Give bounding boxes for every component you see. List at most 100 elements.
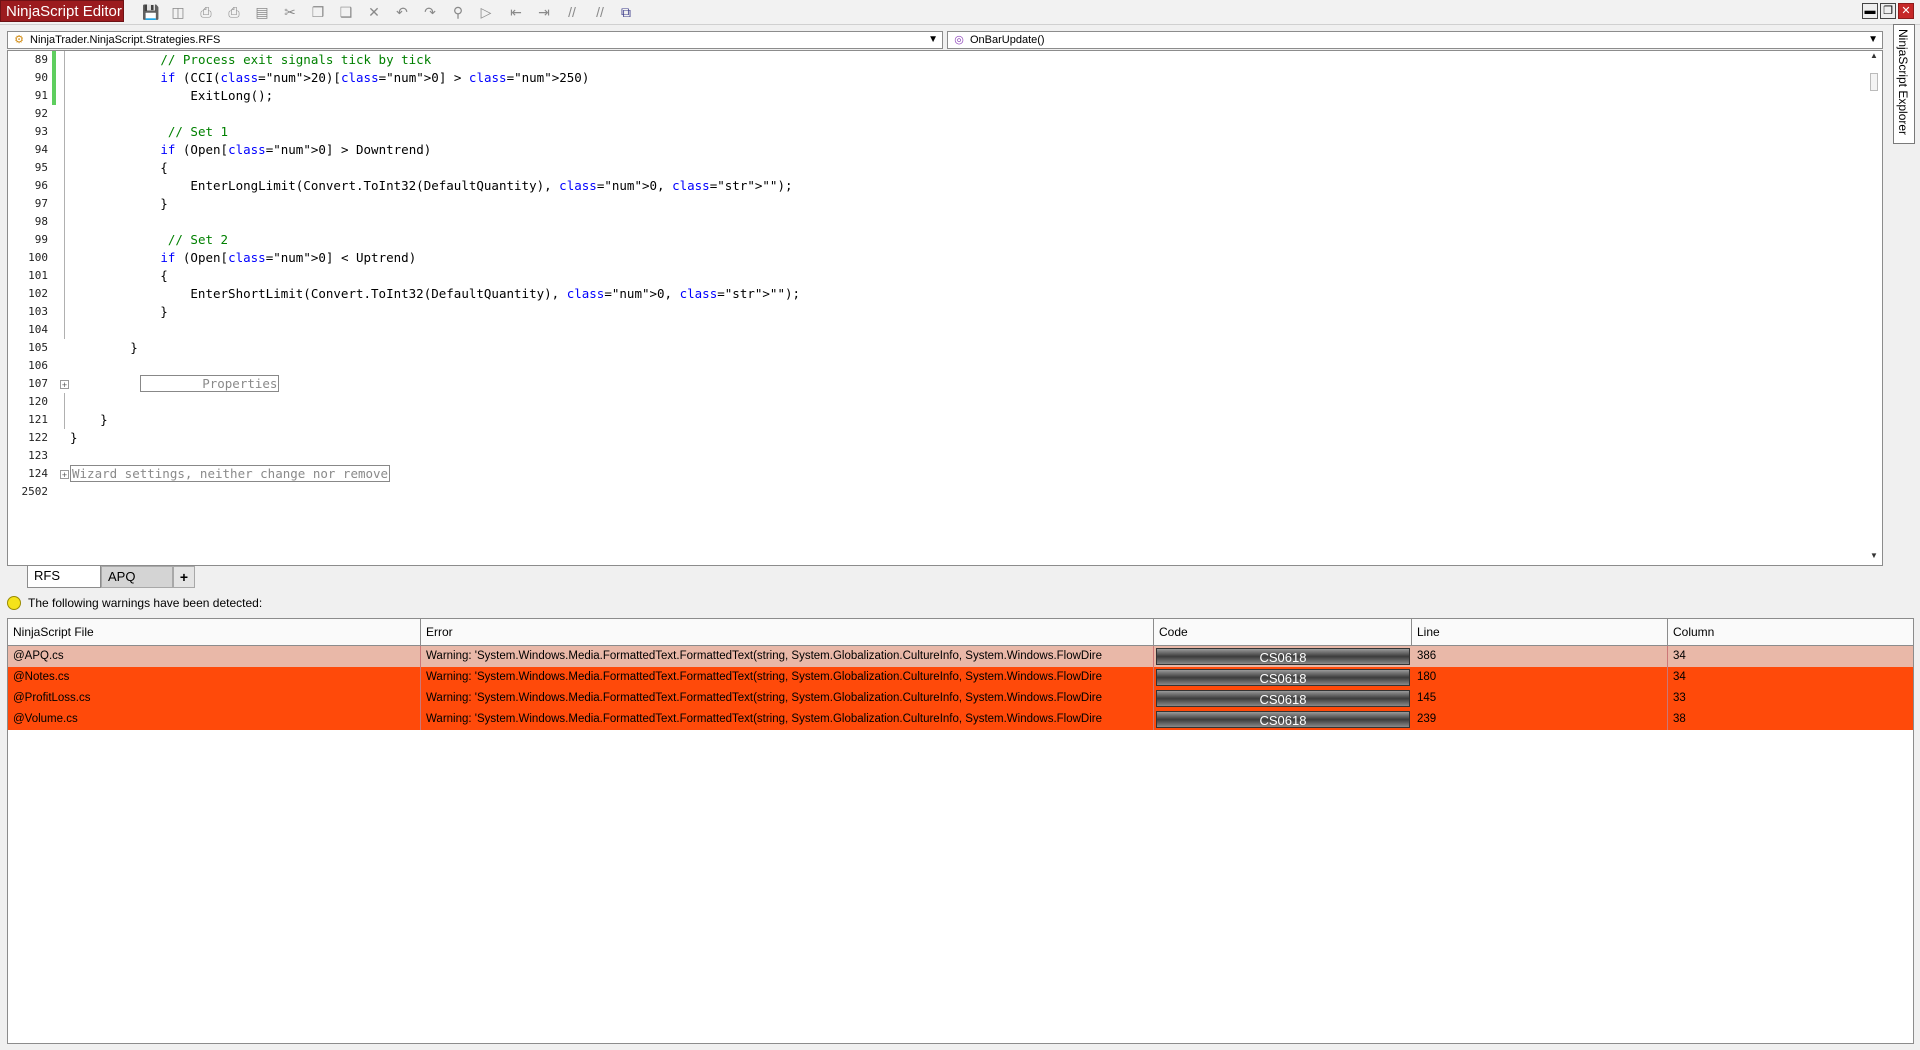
line-number: 89 <box>34 53 48 66</box>
code-line: } <box>70 430 78 445</box>
line-number: 105 <box>28 341 48 354</box>
code-line: { <box>70 160 168 175</box>
warnings-grid: NinjaScript File Error Code Line Column … <box>7 618 1914 1044</box>
outdent-icon[interactable]: ⇤ <box>507 3 525 21</box>
fold-guide <box>64 51 65 339</box>
line-number: 90 <box>34 71 48 84</box>
column-cell: 34 <box>1673 671 1686 683</box>
redo-icon[interactable]: ↷ <box>421 3 439 21</box>
file-cell: @Notes.cs <box>8 667 421 688</box>
code-badge: CS0618 <box>1156 690 1410 707</box>
column-header-file[interactable]: NinjaScript File <box>8 619 421 646</box>
line-number: 121 <box>28 413 48 426</box>
line-cell: 145 <box>1412 688 1668 709</box>
paste-icon[interactable]: ❑ <box>337 3 355 21</box>
page-setup-icon[interactable]: ▤ <box>253 3 271 21</box>
add-tab-button[interactable]: + <box>173 566 195 588</box>
method-selector-value: OnBarUpdate() <box>970 34 1045 46</box>
line-number: 120 <box>28 395 48 408</box>
print-preview-icon[interactable]: ⎙ <box>225 3 243 21</box>
scroll-up-icon[interactable]: ▲ <box>1866 51 1882 60</box>
code-badge: CS0618 <box>1156 711 1410 728</box>
code-line: } <box>70 412 108 427</box>
undo-icon[interactable]: ↶ <box>393 3 411 21</box>
ninjascript-explorer-label: NinjaScript Explorer <box>1896 29 1910 136</box>
column-cell: 34 <box>1673 650 1686 662</box>
save-icon[interactable]: 💾 <box>142 3 160 21</box>
line-cell: 239 <box>1412 709 1668 730</box>
save-all-icon[interactable]: ◫ <box>169 3 187 21</box>
compile-icon[interactable]: ▷ <box>477 3 495 21</box>
expand-icon[interactable]: + <box>60 380 69 390</box>
code-line: { <box>70 268 168 283</box>
line-number: 2502 <box>21 485 49 498</box>
wizard-settings-region-label: Wizard settings, neither change nor remo… <box>70 465 391 482</box>
find-icon[interactable]: ⚲ <box>449 3 467 21</box>
editor-scrollbar[interactable]: ▲ ▼ <box>1866 51 1882 565</box>
method-selector[interactable]: ◎ OnBarUpdate() ▼ <box>947 31 1883 49</box>
line-number: 94 <box>34 143 48 156</box>
code-line: ExitLong(); <box>70 88 274 103</box>
properties-region[interactable]: Properties <box>140 375 280 393</box>
code-line: if (Open[class="num">0] > Downtrend) <box>160 142 432 157</box>
code-badge: CS0618 <box>1156 648 1410 665</box>
wizard-settings-region[interactable]: Wizard settings, neither change nor remo… <box>70 465 391 483</box>
code-line: } <box>70 340 138 355</box>
code-line: EnterLongLimit(Convert.ToInt32(DefaultQu… <box>70 178 793 193</box>
class-icon: ⚙ <box>14 34 24 46</box>
tab-apq[interactable]: APQ <box>101 566 173 588</box>
scroll-down-icon[interactable]: ▼ <box>1866 551 1882 560</box>
code-line: } <box>70 304 168 319</box>
comment-icon[interactable]: // <box>563 3 581 21</box>
copy-icon[interactable]: ❐ <box>309 3 327 21</box>
line-number: 93 <box>34 125 48 138</box>
restore-icon[interactable]: ❐ <box>1880 3 1896 19</box>
tab-rfs[interactable]: RFS <box>27 566 101 588</box>
chevron-down-icon: ▼ <box>1868 34 1878 45</box>
visual-studio-icon[interactable]: ⧉ <box>617 3 635 21</box>
delete-icon[interactable]: ✕ <box>365 3 383 21</box>
line-number-gutter: 89 90 91 92 93 94 95 96 97 98 99 100 101… <box>8 51 52 565</box>
warning-row[interactable]: @ProfitLoss.cs Warning: 'System.Windows.… <box>8 688 1913 709</box>
warning-indicator-icon <box>7 596 21 610</box>
code-badge: CS0618 <box>1156 669 1410 686</box>
close-icon[interactable]: ✕ <box>1898 3 1914 19</box>
indent-icon[interactable]: ⇥ <box>535 3 553 21</box>
ninjascript-explorer-tab[interactable]: NinjaScript Explorer <box>1893 24 1915 144</box>
code-line: } <box>70 196 168 211</box>
chevron-down-icon: ▼ <box>928 34 938 45</box>
warning-row[interactable]: @APQ.cs Warning: 'System.Windows.Media.F… <box>8 646 1913 667</box>
line-number: 106 <box>28 359 48 372</box>
expand-icon[interactable]: + <box>60 470 69 480</box>
column-cell: 38 <box>1673 713 1686 725</box>
line-number: 95 <box>34 161 48 174</box>
line-number: 97 <box>34 197 48 210</box>
minimize-icon[interactable]: ▬ <box>1862 3 1878 19</box>
uncomment-icon[interactable]: // <box>591 3 609 21</box>
scroll-thumb[interactable] <box>1870 73 1878 91</box>
code-line: // Process exit signals tick by tick <box>160 52 432 67</box>
line-number: 100 <box>28 251 48 264</box>
warning-row[interactable]: @Notes.cs Warning: 'System.Windows.Media… <box>8 667 1913 688</box>
fold-guide <box>64 393 65 429</box>
file-cell: @APQ.cs <box>8 646 421 667</box>
line-number: 99 <box>34 233 48 246</box>
line-number: 122 <box>28 431 48 444</box>
column-cell: 33 <box>1673 692 1686 704</box>
column-header-code[interactable]: Code <box>1154 619 1412 646</box>
column-header-column[interactable]: Column <box>1668 619 1913 646</box>
namespace-selector[interactable]: ⚙ NinjaTrader.NinjaScript.Strategies.RFS… <box>7 31 943 49</box>
warning-row[interactable]: @Volume.cs Warning: 'System.Windows.Medi… <box>8 709 1913 730</box>
change-marker <box>52 51 56 105</box>
line-number: 92 <box>34 107 48 120</box>
column-header-line[interactable]: Line <box>1412 619 1668 646</box>
cut-icon[interactable]: ✂ <box>281 3 299 21</box>
method-icon: ◎ <box>954 34 964 46</box>
code-line: if (CCI(class="num">20)[class="num">0] >… <box>160 70 590 85</box>
code-editor[interactable]: 89 90 91 92 93 94 95 96 97 98 99 100 101… <box>7 50 1883 566</box>
print-icon[interactable]: ⎙ <box>197 3 215 21</box>
code-line: EnterShortLimit(Convert.ToInt32(DefaultQ… <box>70 286 801 301</box>
code-line: if (Open[class="num">0] < Uptrend) <box>160 250 417 265</box>
column-header-error[interactable]: Error <box>421 619 1154 646</box>
namespace-selector-value: NinjaTrader.NinjaScript.Strategies.RFS <box>30 34 221 46</box>
